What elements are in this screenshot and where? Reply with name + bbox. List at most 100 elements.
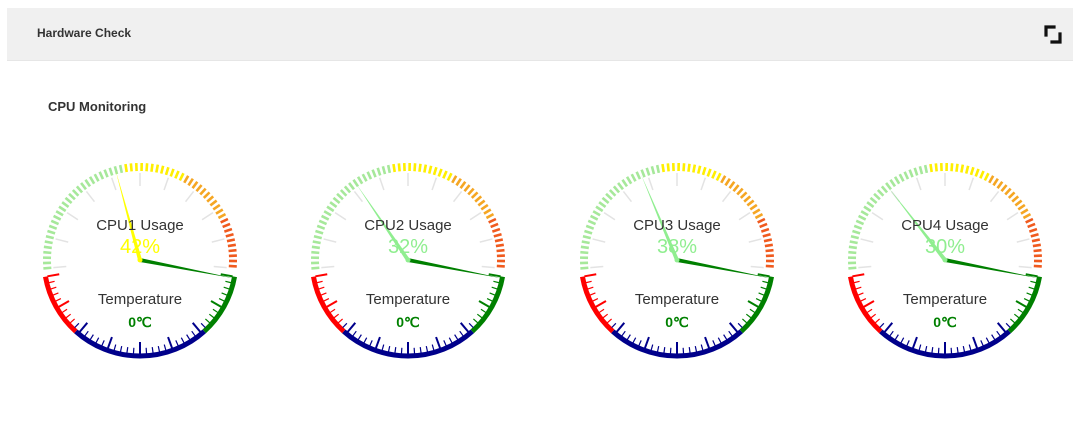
usage-scale-segment [885,182,892,191]
usage-scale-segment [1000,184,1008,193]
temperature-major-tick [911,336,918,349]
usage-scale-segment [371,169,377,178]
usage-scale-segment [592,210,601,217]
usage-scale-segment [93,173,100,182]
usage-scale-segment [743,195,752,203]
usage-scale-segment [711,170,717,179]
temperature-minor-tick [855,286,862,290]
usage-scale-segment [630,173,637,182]
usage-scale-segment [960,164,965,173]
temperature-minor-tick [89,334,94,341]
usage-scale-segment [43,266,52,270]
usage-scale-segment [876,189,885,197]
usage-scale-segment [113,165,119,175]
usage-scale-segment [467,187,475,196]
usage-scale-segment [329,201,338,208]
temperature-minor-tick [762,280,769,284]
temperature-major-tick [704,336,711,349]
usage-scale-segment [118,164,124,174]
usage-scale-segment [212,203,221,211]
usage-scale-segment [601,196,610,205]
temperature-minor-tick [352,330,357,337]
cpu4-usage-value: 30% [924,236,966,258]
usage-scale-segment [228,264,237,268]
temperature-minor-tick [212,308,219,314]
usage-scale-tick [378,177,385,191]
usage-scale-segment [474,195,483,203]
temperature-minor-tick [191,330,196,337]
usage-scale-segment [129,163,133,172]
temperature-minor-tick [493,280,500,284]
usage-scale-segment [929,163,933,173]
cpu2-temperature-label: Temperature [365,291,451,308]
section-title: CPU Monitoring [48,99,147,114]
temperature-minor-tick [663,347,666,354]
temperature-minor-tick [931,347,934,354]
usage-scale-segment [903,171,910,180]
usage-scale-segment [889,179,897,188]
cpu1-usage-label: CPU1 Usage [96,217,184,234]
usage-scale-segment [728,180,736,189]
usage-scale-segment [463,184,471,193]
usage-scale-segment [1004,187,1012,196]
usage-scale-segment [732,184,740,193]
cpu1-temperature-label: Temperature [97,291,183,308]
usage-scale-segment [863,205,872,213]
temperature-major-tick [167,336,174,349]
usage-scale-segment [848,266,857,270]
usage-scale-segment [661,163,665,173]
usage-scale-segment [323,210,332,217]
usage-scale-segment [483,208,492,215]
temperature-minor-tick [656,345,660,353]
temperature-minor-tick [598,308,605,314]
usage-scale-segment [720,175,727,184]
usage-scale-segment [580,266,589,270]
usage-scale-segment [964,165,970,174]
temperature-minor-tick [962,345,966,353]
usage-scale-segment [687,163,691,172]
usage-scale-segment [692,164,697,173]
usage-scale-segment [418,163,422,172]
usage-scale-segment [640,169,646,178]
usage-scale-segment [736,187,744,196]
usage-scale-segment [746,199,755,207]
temperature-minor-tick [985,337,990,344]
temperature-major-tick [852,273,865,278]
panel-title: Hardware Check [37,26,132,40]
temperature-minor-tick [363,337,368,344]
temperature-minor-tick [717,337,722,344]
expand-button[interactable] [1041,22,1065,46]
usage-scale-segment [55,210,64,217]
usage-scale-segment [1020,208,1029,215]
usage-scale-tick [622,190,633,203]
usage-scale-segment [150,163,154,172]
usage-scale-segment [595,205,604,213]
expand-icon [1044,25,1062,44]
usage-scale-segment [71,189,80,197]
temperature-minor-tick [329,308,336,314]
usage-scale-segment [1014,199,1023,207]
cpu4-gauge: CPU4 Usage 30% Temperature 0℃ [845,160,1065,380]
usage-scale-segment [635,171,642,180]
temperature-minor-tick [61,308,68,314]
usage-scale-segment [979,170,985,179]
temperature-major-tick [47,273,60,278]
usage-scale-segment [451,175,458,184]
usage-scale-tick [858,265,872,269]
cpu4-temperature-value: 0℃ [933,314,957,330]
usage-scale-tick [163,177,170,191]
usage-scale-segment [749,203,758,211]
temperature-minor-tick [585,280,592,284]
usage-scale-segment [64,196,73,205]
usage-scale-tick [989,190,1000,203]
usage-scale-segment [1017,203,1026,211]
temperature-major-tick [972,336,979,349]
temperature-minor-tick [175,340,179,347]
usage-scale-segment [442,170,448,179]
usage-scale-segment [873,192,881,201]
cpu1-gauge: CPU1 Usage 42% Temperature 0℃ [40,160,260,380]
usage-scale-segment [58,205,67,213]
cpu2-usage-value: 32% [387,236,429,258]
usage-scale-segment [706,168,712,177]
usage-scale-segment [61,201,70,208]
